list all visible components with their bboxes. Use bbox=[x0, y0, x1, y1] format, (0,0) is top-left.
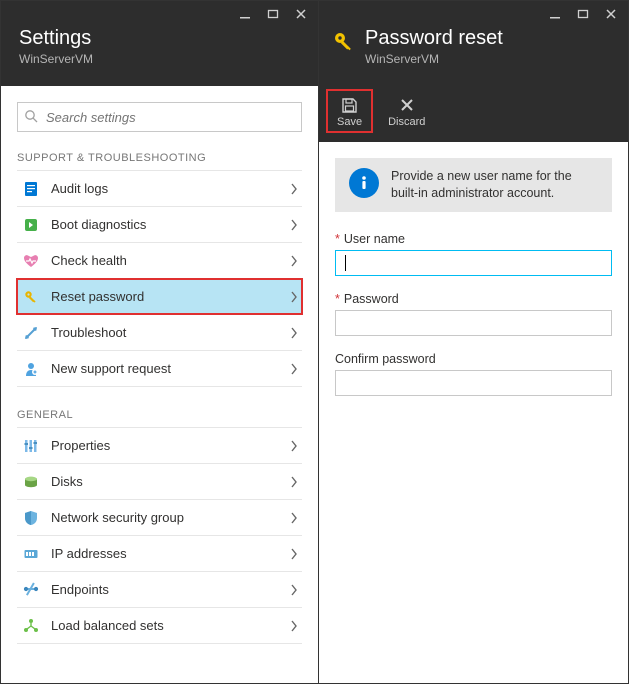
menu-endpoints[interactable]: Endpoints bbox=[17, 572, 302, 608]
menu-item-label: Properties bbox=[51, 438, 290, 453]
restore-icon[interactable] bbox=[266, 7, 280, 21]
blade-subtitle: WinServerVM bbox=[19, 52, 93, 66]
menu-item-label: Network security group bbox=[51, 510, 290, 525]
blade-title: Password reset bbox=[365, 27, 503, 50]
menu-troubleshoot[interactable]: Troubleshoot bbox=[17, 315, 302, 351]
password-label: Password bbox=[344, 292, 399, 306]
chevron-right-icon bbox=[290, 327, 298, 339]
load-balanced-icon bbox=[19, 618, 43, 634]
menu-item-label: Endpoints bbox=[51, 582, 290, 597]
chevron-right-icon bbox=[290, 512, 298, 524]
menu-network-security-group[interactable]: Network security group bbox=[17, 500, 302, 536]
settings-header: Settings WinServerVM bbox=[1, 1, 318, 86]
menu-item-label: Boot diagnostics bbox=[51, 217, 290, 232]
menu-disks[interactable]: Disks bbox=[17, 464, 302, 500]
section-head-support: SUPPORT & TROUBLESHOOTING bbox=[17, 152, 302, 164]
chevron-right-icon bbox=[290, 363, 298, 375]
troubleshoot-icon bbox=[19, 325, 43, 341]
chevron-right-icon bbox=[290, 440, 298, 452]
settings-blade: Settings WinServerVM SUPPORT & TROUBLESH… bbox=[1, 1, 319, 683]
menu-reset-password[interactable]: Reset password bbox=[17, 279, 302, 315]
reset-password-icon bbox=[19, 289, 43, 305]
menu-properties[interactable]: Properties bbox=[17, 428, 302, 464]
menu-audit-logs[interactable]: Audit logs bbox=[17, 171, 302, 207]
menu-item-label: Disks bbox=[51, 474, 290, 489]
save-button[interactable]: Save bbox=[327, 90, 372, 132]
ip-addresses-icon bbox=[19, 546, 43, 562]
disks-icon bbox=[19, 474, 43, 490]
nsg-icon bbox=[19, 510, 43, 526]
blade-title: Settings bbox=[19, 27, 93, 50]
search-icon bbox=[24, 109, 39, 124]
menu-item-label: New support request bbox=[51, 361, 290, 376]
save-label: Save bbox=[337, 116, 362, 128]
close-icon[interactable] bbox=[604, 7, 618, 21]
save-icon bbox=[341, 96, 359, 114]
minimize-icon[interactable] bbox=[238, 7, 252, 21]
boot-diagnostics-icon bbox=[19, 217, 43, 233]
username-field[interactable] bbox=[335, 250, 612, 276]
search-input[interactable] bbox=[17, 102, 302, 132]
confirm-password-field[interactable] bbox=[335, 370, 612, 396]
support-request-icon bbox=[19, 361, 43, 377]
properties-icon bbox=[19, 438, 43, 454]
menu-check-health[interactable]: Check health bbox=[17, 243, 302, 279]
chevron-right-icon bbox=[290, 255, 298, 267]
check-health-icon bbox=[19, 253, 43, 269]
key-icon bbox=[333, 31, 355, 53]
discard-button[interactable]: Discard bbox=[378, 90, 435, 132]
blade-subtitle: WinServerVM bbox=[365, 52, 503, 66]
close-icon[interactable] bbox=[294, 7, 308, 21]
discard-label: Discard bbox=[388, 116, 425, 128]
chevron-right-icon bbox=[290, 291, 298, 303]
menu-ip-addresses[interactable]: IP addresses bbox=[17, 536, 302, 572]
menu-item-label: Load balanced sets bbox=[51, 618, 290, 633]
chevron-right-icon bbox=[290, 476, 298, 488]
general-menu: Properties Disks Network security group … bbox=[17, 427, 302, 644]
menu-boot-diagnostics[interactable]: Boot diagnostics bbox=[17, 207, 302, 243]
password-field[interactable] bbox=[335, 310, 612, 336]
confirm-password-label: Confirm password bbox=[335, 352, 436, 366]
menu-item-label: Audit logs bbox=[51, 181, 290, 196]
restore-icon[interactable] bbox=[576, 7, 590, 21]
info-icon bbox=[349, 168, 379, 198]
menu-load-balanced-sets[interactable]: Load balanced sets bbox=[17, 608, 302, 644]
info-banner: Provide a new user name for the built-in… bbox=[335, 158, 612, 212]
chevron-right-icon bbox=[290, 584, 298, 596]
chevron-right-icon bbox=[290, 620, 298, 632]
menu-item-label: Troubleshoot bbox=[51, 325, 290, 340]
menu-item-label: Reset password bbox=[51, 289, 290, 304]
audit-logs-icon bbox=[19, 181, 43, 197]
chevron-right-icon bbox=[290, 183, 298, 195]
support-menu: Audit logs Boot diagnostics Check health… bbox=[17, 170, 302, 387]
chevron-right-icon bbox=[290, 219, 298, 231]
discard-icon bbox=[398, 96, 416, 114]
password-reset-header: Password reset WinServerVM Save Discard bbox=[319, 1, 628, 142]
required-marker: * bbox=[335, 232, 340, 246]
minimize-icon[interactable] bbox=[548, 7, 562, 21]
endpoints-icon bbox=[19, 582, 43, 598]
menu-item-label: Check health bbox=[51, 253, 290, 268]
section-head-general: GENERAL bbox=[17, 409, 302, 421]
info-text: Provide a new user name for the built-in… bbox=[391, 168, 598, 202]
menu-new-support-request[interactable]: New support request bbox=[17, 351, 302, 387]
chevron-right-icon bbox=[290, 548, 298, 560]
required-marker: * bbox=[335, 292, 340, 306]
password-reset-blade: Password reset WinServerVM Save Discard bbox=[319, 1, 628, 683]
username-label: User name bbox=[344, 232, 405, 246]
menu-item-label: IP addresses bbox=[51, 546, 290, 561]
